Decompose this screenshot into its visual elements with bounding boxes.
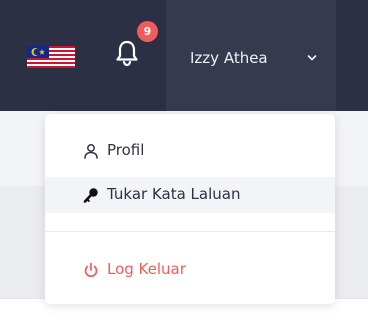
chevron-down-icon xyxy=(307,55,317,61)
notification-badge: 9 xyxy=(137,21,158,42)
menu-item-change-password[interactable]: Tukar Kata Laluan xyxy=(45,177,335,213)
power-icon xyxy=(84,262,98,278)
menu-item-label: Profil xyxy=(107,141,145,159)
flag-malaysia-icon[interactable] xyxy=(27,46,75,68)
menu-divider xyxy=(45,231,335,232)
menu-item-profile[interactable]: Profil xyxy=(45,133,335,169)
key-icon xyxy=(83,188,98,203)
user-icon xyxy=(84,144,98,159)
user-name: Izzy Athea xyxy=(190,49,268,67)
menu-item-label: Log Keluar xyxy=(107,260,186,278)
user-menu-toggle[interactable]: Izzy Athea xyxy=(166,0,336,111)
menu-item-logout[interactable]: Log Keluar xyxy=(45,252,335,288)
topbar: Izzy Athea 9 xyxy=(0,0,368,111)
menu-item-label: Tukar Kata Laluan xyxy=(107,185,241,203)
user-dropdown-menu: Profil Tukar Kata Laluan Log Keluar xyxy=(45,114,335,304)
bell-icon[interactable] xyxy=(114,38,140,68)
